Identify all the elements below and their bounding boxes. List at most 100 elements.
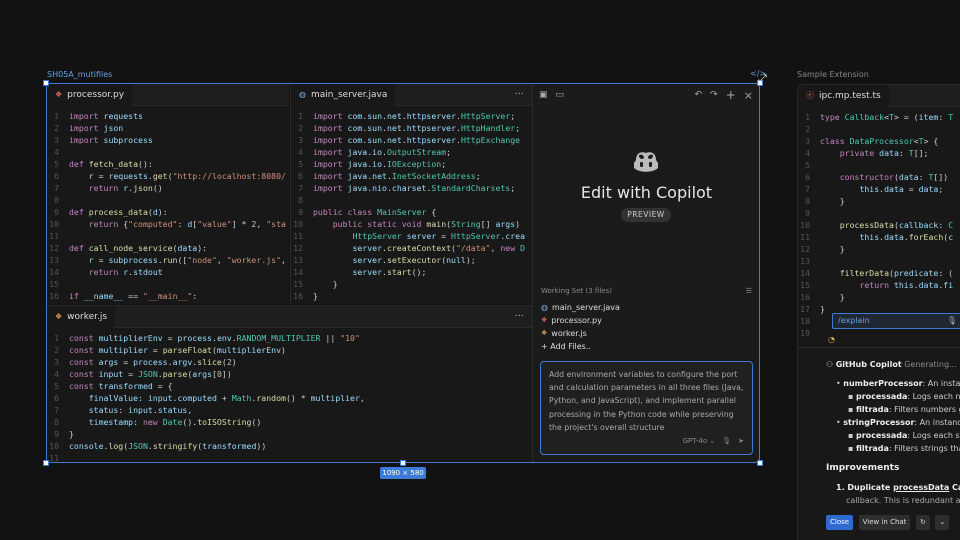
item-suffix: Call: The [952,483,960,492]
improvement-item: 1. Duplicate processData Call: The [808,481,960,494]
code-line: 8 } [798,195,960,207]
line-number: 18 [800,316,810,326]
ts-code[interactable]: 1 type Callback<T> = (item: T 2 3 class Data… [798,107,960,339]
bullet-text: : Logs each string [907,431,960,440]
bullet-icon: ▪ [848,431,856,440]
explain-text: /explain [838,316,870,325]
bullet-text: : Filters numbers great [888,405,960,414]
line-text: constructor(data: T[]) [839,172,949,182]
bullet-icon: ▪ [848,405,856,414]
line-text: processData(callback: C [839,220,954,230]
tab-ipc-mp-test-ts[interactable]: ⓔ ipc.mp.test.ts [798,85,889,107]
line-text: } [820,244,845,254]
code-line: 4 private data: T[]; [798,147,960,159]
code-line: 1 type Callback<T> = (item: T [798,111,960,123]
resize-handle[interactable] [400,460,406,466]
item-code: processData [893,483,950,492]
line-number: 2 [805,124,810,134]
line-text: filterData(predicate: ( [839,268,954,278]
bullet-icon: ▪ [848,444,856,453]
code-line: 5 [798,159,960,171]
line-number: 3 [805,136,810,146]
line-number: 17 [800,304,810,314]
bullet-text: : An instance o [922,379,960,388]
line-number: 5 [805,160,810,170]
line-text: private data: T[]; [839,148,929,158]
line-text: } [820,292,845,302]
chat-header: GitHub Copilot [835,360,902,369]
improvements-heading: Improvements [826,463,900,473]
line-number: 19 [800,328,810,338]
sample-extension-label: Sample Extension [797,70,869,79]
code-line: 12 } [798,243,960,255]
mic-icon[interactable]: 🎙 [947,316,957,325]
bullet-term: filtrada [855,444,889,453]
chat-bullet: ▪ processada: Logs each string [808,429,960,442]
chat-bullet: • stringProcessor: An instance of [808,416,960,429]
code-line: 9 [798,207,960,219]
lightbulb-icon[interactable]: ◔ [828,335,835,344]
bullet-icon: ▪ [848,392,856,401]
line-text: return this.data.fi [859,280,954,290]
line-number: 10 [800,220,810,230]
code-line: 2 [798,123,960,135]
code-line: 11 this.data.forEach(c [798,231,960,243]
item-prefix: 1. Duplicate [836,483,894,492]
code-line: 10 processData(callback: C [798,219,960,231]
explain-input[interactable]: /explain 🎙 [832,313,960,329]
resize-handle[interactable] [43,80,49,86]
line-text: this.data = data; [859,184,944,194]
view-in-chat-button[interactable]: View in Chat [858,515,911,530]
line-number: 6 [805,172,810,182]
ts-file-icon: ⓔ [806,91,814,100]
line-number: 8 [805,196,810,206]
tab-label: ipc.mp.test.ts [819,90,881,101]
line-text: } [820,304,825,314]
bullet-term: processada [855,392,908,401]
line-number: 13 [800,256,810,266]
chat-bullet: ▪ processada: Logs each numbe [808,390,960,403]
code-line: 7 this.data = data; [798,183,960,195]
line-number: 1 [805,112,810,122]
chat-status: Generating... [904,360,957,369]
line-text: class DataProcessor<T> { [820,136,939,146]
code-line: 13 [798,255,960,267]
line-number: 11 [800,232,810,242]
line-number: 4 [805,148,810,158]
close-button[interactable]: Close [826,515,854,530]
bullet-term: filtrada [855,405,889,414]
copilot-chat-panel: ⚇ GitHub Copilot Generating... • numberP… [798,347,960,540]
line-number: 7 [805,184,810,194]
code-line: 6 constructor(data: T[]) [798,171,960,183]
bullet-text: : An instance of [914,418,960,427]
chat-bullets: • numberProcessor: An instance o▪ proces… [808,377,960,455]
line-text: this.data.forEach(c [859,232,954,242]
line-number: 9 [805,208,810,218]
resize-handle[interactable] [43,460,49,466]
bullet-term: stringProcessor [843,418,915,427]
line-number: 16 [800,292,810,302]
bullet-term: numberProcessor [843,379,923,388]
improvement-line: callback. This is redundant and ca [846,496,960,505]
line-number: 14 [800,268,810,278]
dimension-badge: 1090 × 580 [380,467,426,479]
line-text: } [820,196,845,206]
line-text: type Callback<T> = (item: T [820,112,954,122]
chat-bullet: ▪ filtrada: Filters strings that sta [808,442,960,455]
selection-frame [46,83,760,463]
bullet-text: : Filters strings that sta [888,444,960,453]
line-number: 12 [800,244,810,254]
line-number: 15 [800,280,810,290]
ts-tabbar: ⓔ ipc.mp.test.ts [798,85,960,107]
bullet-text: : Logs each numbe [907,392,960,401]
chevron-down-icon[interactable]: ⌄ [935,515,950,530]
resize-cursor-icon: ⤢ [758,72,767,85]
code-line: 3 class DataProcessor<T> { [798,135,960,147]
code-line: 16 } [798,291,960,303]
retry-icon[interactable]: ↻ [915,515,930,530]
resize-handle[interactable] [757,460,763,466]
code-line: 15 return this.data.fi [798,279,960,291]
ts-editor-window: ⓔ ipc.mp.test.ts 1 type Callback<T> = (it… [797,84,960,540]
code-line: 14 filterData(predicate: ( [798,267,960,279]
frame-label: SH05A_mutifiles [47,70,113,79]
